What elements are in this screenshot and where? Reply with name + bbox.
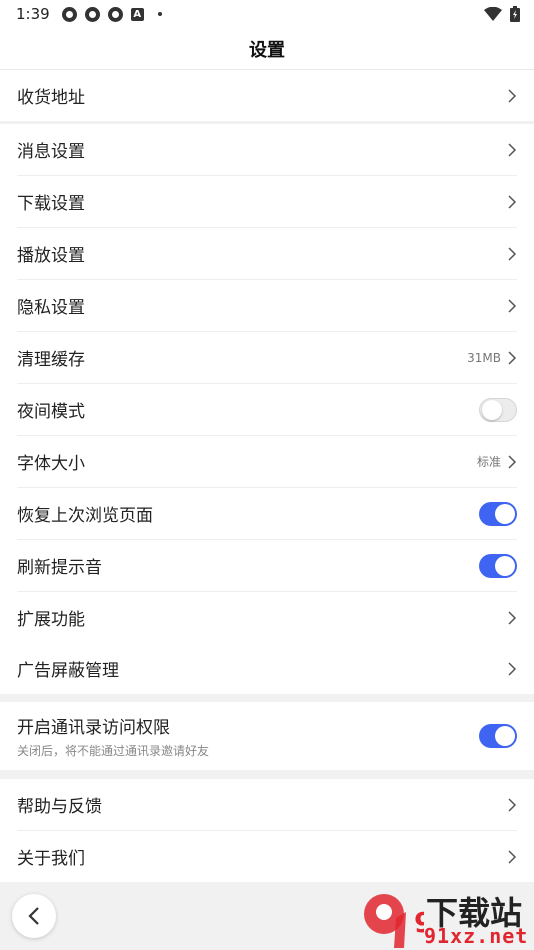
app-notification-icon <box>61 6 77 22</box>
setting-help-feedback[interactable]: 帮助与反馈 <box>17 779 517 831</box>
setting-label: 恢复上次浏览页面 <box>17 506 153 526</box>
setting-playback[interactable]: 播放设置 <box>17 228 517 280</box>
setting-label: 广告屏蔽管理 <box>17 661 119 681</box>
chevron-right-icon <box>508 298 517 313</box>
setting-label: 帮助与反馈 <box>17 797 102 817</box>
settings-group-main: 消息设置 下载设置 播放设置 隐私设置 清理缓存 31MB 夜间模式 字体大小 … <box>0 124 534 643</box>
chevron-right-icon <box>508 142 517 157</box>
settings-group-address: 收货地址 <box>0 70 534 121</box>
setting-label: 关于我们 <box>17 849 85 869</box>
font-size-value: 标准 <box>476 455 501 469</box>
cache-size-value: 31MB <box>467 350 501 365</box>
svg-text:9: 9 <box>414 906 424 939</box>
font-notification-icon: A <box>130 7 144 21</box>
chevron-right-icon <box>508 610 517 625</box>
settings-group-ads: 广告屏蔽管理 <box>0 643 534 694</box>
setting-label: 字体大小 <box>17 454 85 474</box>
setting-shipping-address[interactable]: 收货地址 <box>17 70 517 121</box>
setting-restore-last-page: 恢复上次浏览页面 <box>17 488 517 540</box>
setting-extensions[interactable]: 扩展功能 <box>17 592 517 643</box>
back-button[interactable] <box>12 894 56 938</box>
setting-about-us[interactable]: 关于我们 <box>17 831 517 882</box>
bottom-bar: 9 下载站 91xz.net <box>0 882 534 950</box>
setting-label: 收货地址 <box>17 88 85 108</box>
setting-download[interactable]: 下载设置 <box>17 176 517 228</box>
setting-font-size[interactable]: 字体大小 标准 <box>17 436 517 488</box>
watermark-url: 91xz.net <box>424 924 529 948</box>
title-bar: 设置 <box>0 28 534 70</box>
setting-label: 消息设置 <box>17 142 85 162</box>
chevron-right-icon <box>508 246 517 261</box>
battery-icon <box>510 6 520 22</box>
restore-last-page-toggle[interactable] <box>479 501 517 526</box>
chevron-right-icon <box>508 661 517 676</box>
status-bar: 1:39 A <box>0 0 534 28</box>
refresh-sound-toggle[interactable] <box>479 553 517 578</box>
app-notification-icon <box>107 6 123 22</box>
wifi-icon <box>484 7 502 21</box>
setting-label: 扩展功能 <box>17 610 85 630</box>
setting-contacts-permission: 开启通讯录访问权限 关闭后，将不能通过通讯录邀请好友 <box>17 702 517 770</box>
setting-refresh-sound: 刷新提示音 <box>17 540 517 592</box>
chevron-right-icon <box>508 88 517 103</box>
setting-ad-block[interactable]: 广告屏蔽管理 <box>17 643 517 694</box>
settings-group-help: 帮助与反馈 关于我们 <box>0 779 534 882</box>
chevron-right-icon <box>508 849 517 864</box>
chevron-right-icon <box>508 797 517 812</box>
chevron-left-icon <box>28 907 39 925</box>
contacts-permission-toggle[interactable] <box>479 724 517 748</box>
setting-label: 开启通讯录访问权限 <box>17 718 170 738</box>
setting-night-mode: 夜间模式 <box>17 384 517 436</box>
setting-label: 清理缓存 <box>17 350 85 370</box>
chevron-right-icon <box>508 350 517 365</box>
chevron-right-icon <box>508 194 517 209</box>
status-time: 1:39 <box>16 5 50 23</box>
setting-message[interactable]: 消息设置 <box>17 124 517 176</box>
setting-label: 夜间模式 <box>17 402 85 422</box>
logo-mark-icon: 9 <box>364 894 424 948</box>
setting-label: 刷新提示音 <box>17 558 102 578</box>
page-title: 设置 <box>249 39 285 61</box>
chevron-right-icon <box>508 454 517 469</box>
system-icons <box>484 6 520 22</box>
setting-sublabel: 关闭后，将不能通过通讯录邀请好友 <box>17 744 210 758</box>
setting-label: 播放设置 <box>17 246 85 266</box>
setting-privacy[interactable]: 隐私设置 <box>17 280 517 332</box>
watermark-logo: 9 下载站 91xz.net <box>360 888 530 948</box>
setting-label: 下载设置 <box>17 194 85 214</box>
more-notifications-icon <box>157 12 162 16</box>
app-notification-icon <box>84 6 100 22</box>
notification-icons: A <box>61 6 162 22</box>
settings-group-contacts: 开启通讯录访问权限 关闭后，将不能通过通讯录邀请好友 <box>0 702 534 770</box>
setting-label: 隐私设置 <box>17 298 85 318</box>
night-mode-toggle[interactable] <box>479 397 517 422</box>
setting-clear-cache[interactable]: 清理缓存 31MB <box>17 332 517 384</box>
